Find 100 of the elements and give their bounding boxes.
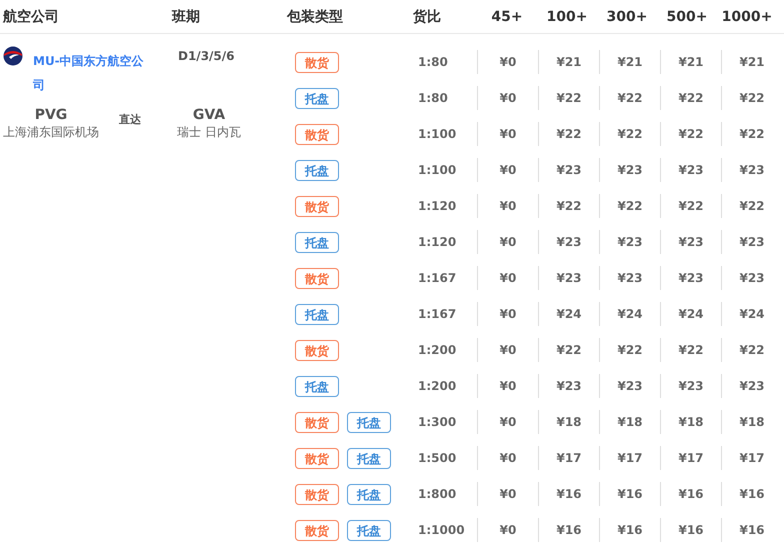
ratio-cell-text: 1:300	[417, 415, 458, 429]
package-tag: 托盘	[347, 448, 391, 468]
column-header: 货比	[413, 8, 442, 26]
price-cell: ¥22	[599, 86, 660, 110]
price-cell: ¥23	[599, 230, 660, 254]
price-cell: ¥18	[538, 410, 599, 434]
price-cell: ¥22	[599, 194, 660, 218]
ratio-cell-text: 1:800	[417, 487, 458, 501]
price-cell: ¥23	[538, 230, 599, 254]
price-cell: ¥21	[599, 50, 660, 74]
ratio-cell-text: 1:1000	[417, 523, 466, 537]
price-cell: ¥0	[477, 194, 538, 218]
package-tag: 散货	[295, 412, 339, 432]
ratio-cell-text: 1:100	[417, 163, 458, 177]
price-cell: ¥16	[660, 518, 721, 542]
airline-link[interactable]: MU-中国东方航空公司	[33, 49, 148, 97]
price-cell: ¥18	[599, 410, 660, 434]
column-header: 500+	[666, 8, 708, 24]
price-cell: ¥21	[538, 50, 599, 74]
price-cell: ¥0	[477, 482, 538, 506]
schedule-text: D1/3/5/6	[178, 49, 235, 63]
column-header: 1000+	[720, 8, 774, 24]
column-header: 航空公司	[2, 8, 60, 26]
price-cell: ¥18	[660, 410, 721, 434]
package-tag: 托盘	[295, 232, 339, 252]
price-cell: ¥22	[660, 86, 721, 110]
destination-code: GVA	[192, 107, 226, 123]
price-cell: ¥22	[538, 338, 599, 362]
ratio-cell-text: 1:200	[417, 343, 458, 357]
price-cell: ¥23	[538, 374, 599, 398]
price-cell: ¥16	[721, 518, 782, 542]
package-tag: 托盘	[347, 412, 391, 432]
price-cell: ¥16	[599, 482, 660, 506]
price-cell: ¥22	[599, 338, 660, 362]
package-tag: 散货	[295, 196, 339, 216]
price-cell: ¥21	[721, 50, 782, 74]
price-cell: ¥0	[477, 50, 538, 74]
price-cell: ¥22	[538, 194, 599, 218]
ratio-cell-text: 1:80	[417, 55, 449, 69]
price-cell: ¥18	[721, 410, 782, 434]
price-cell: ¥22	[538, 86, 599, 110]
package-tag: 托盘	[347, 484, 391, 504]
package-tag: 托盘	[295, 304, 339, 324]
ratio-cell-text: 1:500	[417, 451, 458, 465]
price-cell: ¥23	[599, 374, 660, 398]
price-cell: ¥0	[477, 230, 538, 254]
ratio-cell-text: 1:80	[417, 91, 449, 105]
package-tag: 散货	[295, 268, 339, 288]
destination-name: 瑞士 日内瓦	[176, 125, 242, 139]
price-cell: ¥23	[599, 158, 660, 182]
package-tag: 散货	[295, 484, 339, 504]
price-cell: ¥16	[538, 518, 599, 542]
price-cell: ¥23	[538, 158, 599, 182]
origin-code: PVG	[34, 107, 68, 123]
column-header: 300+	[606, 8, 648, 24]
price-cell: ¥16	[660, 482, 721, 506]
price-cell: ¥0	[477, 446, 538, 470]
price-cell: ¥17	[721, 446, 782, 470]
price-cell: ¥23	[599, 266, 660, 290]
price-cell: ¥23	[660, 158, 721, 182]
price-cell: ¥22	[538, 122, 599, 146]
ratio-cell-text: 1:100	[417, 127, 458, 141]
price-cell: ¥23	[721, 158, 782, 182]
origin-name: 上海浦东国际机场	[2, 125, 100, 139]
package-tag: 托盘	[295, 376, 339, 396]
price-cell: ¥22	[721, 338, 782, 362]
price-cell: ¥22	[660, 194, 721, 218]
route-type: 直达	[119, 112, 141, 127]
price-cell: ¥0	[477, 158, 538, 182]
price-cell: ¥24	[721, 302, 782, 326]
price-cell: ¥0	[477, 266, 538, 290]
package-tag: 散货	[295, 124, 339, 144]
column-header: 包装类型	[287, 8, 344, 26]
package-tag: 散货	[295, 448, 339, 468]
package-tag: 托盘	[295, 88, 339, 108]
price-cell: ¥16	[721, 482, 782, 506]
column-header: 100+	[546, 8, 588, 24]
price-cell: ¥22	[599, 122, 660, 146]
ratio-cell-text: 1:200	[417, 379, 458, 393]
price-cell: ¥16	[538, 482, 599, 506]
price-cell: ¥0	[477, 374, 538, 398]
airline-logo-icon	[3, 46, 23, 66]
price-cell: ¥0	[477, 410, 538, 434]
price-cell: ¥16	[599, 518, 660, 542]
price-cell: ¥23	[538, 266, 599, 290]
package-tag: 托盘	[347, 520, 391, 540]
price-cell: ¥22	[721, 86, 782, 110]
price-cell: ¥24	[538, 302, 599, 326]
package-tag: 散货	[295, 52, 339, 72]
price-cell: ¥0	[477, 86, 538, 110]
column-header: 45+	[490, 8, 524, 24]
price-cell: ¥0	[477, 518, 538, 542]
price-cell: ¥0	[477, 122, 538, 146]
price-cell: ¥23	[721, 374, 782, 398]
price-cell: ¥23	[721, 266, 782, 290]
price-cell: ¥22	[660, 338, 721, 362]
package-tag: 散货	[295, 520, 339, 540]
price-cell: ¥0	[477, 338, 538, 362]
package-tag: 托盘	[295, 160, 339, 180]
price-cell: ¥0	[477, 302, 538, 326]
